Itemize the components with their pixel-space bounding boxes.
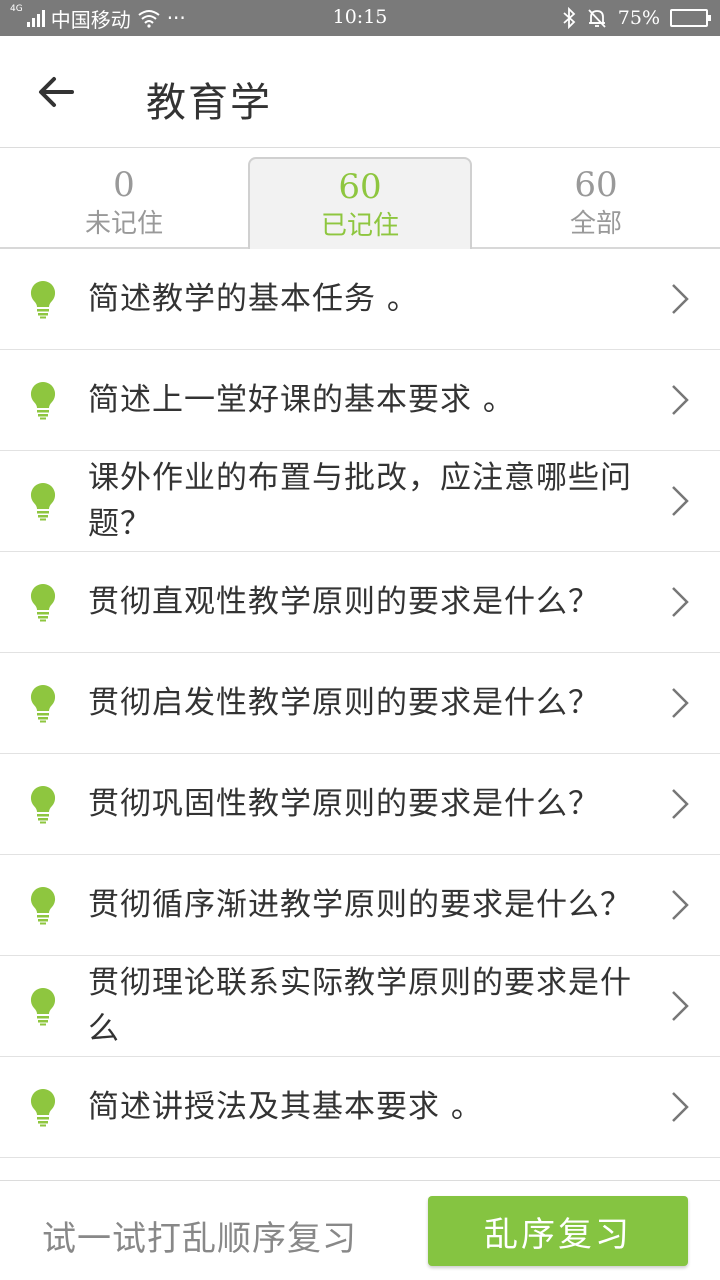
- question-text: 贯彻循序渐进教学原则的要求是什么？: [88, 887, 632, 923]
- question-text: 简述教学的基本任务 。: [88, 281, 419, 317]
- shuffle-hint: 试一试打乱顺序复习: [42, 1219, 357, 1259]
- question-text: 简述讲授法及其基本要求 。: [88, 1089, 483, 1125]
- question-text: 课外作业的布置与批改，应注意哪些问题？: [88, 460, 632, 542]
- lightbulb-icon: [30, 987, 56, 1026]
- tab-count: 0: [113, 165, 135, 205]
- chevron-right-icon: [672, 486, 689, 516]
- mute-bell-icon: [588, 9, 606, 28]
- list-item[interactable]: 贯彻启发性教学原则的要求是什么？: [0, 653, 720, 754]
- tab-label: 已记住: [320, 211, 399, 241]
- question-text: 贯彻理论联系实际教学原则的要求是什么: [88, 965, 632, 1047]
- chevron-right-icon: [672, 789, 689, 819]
- lightbulb-icon: [30, 1088, 56, 1127]
- chevron-right-icon: [672, 385, 689, 415]
- lightbulb-icon: [30, 886, 56, 925]
- tab-label: 全部: [569, 209, 622, 239]
- question-text: 贯彻巩固性教学原则的要求是什么？: [88, 786, 600, 822]
- list-item[interactable]: 课外作业的布置与批改，应注意哪些问题？: [0, 451, 720, 552]
- tab-not-remembered[interactable]: 0 未记住: [12, 157, 236, 249]
- tab-all[interactable]: 60 全部: [484, 157, 708, 249]
- tab-remembered[interactable]: 60 已记住: [248, 157, 472, 249]
- question-text: 贯彻启发性教学原则的要求是什么？: [88, 685, 600, 721]
- battery-percent: 75%: [617, 7, 660, 29]
- chevron-right-icon: [672, 284, 689, 314]
- battery-icon: [670, 9, 711, 27]
- bluetooth-icon: [563, 7, 576, 29]
- status-right: 75%: [562, 5, 711, 31]
- question-text: 简述上一堂好课的基本要求 。: [88, 382, 515, 418]
- lightbulb-icon: [30, 381, 56, 420]
- list-item[interactable]: 简述讲授法及其基本要求 。: [0, 1057, 720, 1158]
- lightbulb-icon: [30, 280, 56, 319]
- chevron-right-icon: [672, 688, 689, 718]
- list-item[interactable]: 贯彻巩固性教学原则的要求是什么？: [0, 754, 720, 855]
- chevron-right-icon: [672, 890, 689, 920]
- tab-bar: 0 未记住 60 已记住 60 全部: [0, 149, 720, 249]
- chevron-right-icon: [672, 1092, 689, 1122]
- list-item[interactable]: 简述教学的基本任务 。: [0, 249, 720, 350]
- chevron-right-icon: [672, 991, 689, 1021]
- arrow-left-icon: [39, 77, 74, 107]
- chevron-right-icon: [672, 587, 689, 617]
- page-title: 教育学: [146, 80, 272, 126]
- status-bar: 4G 中国移动 ··· 10:15 75%: [0, 0, 720, 36]
- bottom-bar: 试一试打乱顺序复习 乱序复习: [0, 1180, 720, 1280]
- question-list: 简述教学的基本任务 。 简述上一堂好课的基本要求 。 课外作业的布置与批改，应注…: [0, 249, 720, 1158]
- lightbulb-icon: [30, 684, 56, 723]
- list-item[interactable]: 贯彻理论联系实际教学原则的要求是什么: [0, 956, 720, 1057]
- lightbulb-icon: [30, 583, 56, 622]
- shuffle-review-button[interactable]: 乱序复习: [428, 1196, 688, 1266]
- back-button[interactable]: [30, 66, 82, 118]
- tab-label: 未记住: [84, 209, 163, 239]
- tab-count: 60: [574, 165, 618, 205]
- list-item[interactable]: 贯彻直观性教学原则的要求是什么？: [0, 552, 720, 653]
- tab-count: 60: [338, 167, 382, 207]
- lightbulb-icon: [30, 785, 56, 824]
- question-text: 贯彻直观性教学原则的要求是什么？: [88, 584, 600, 620]
- app-header: 教育学: [0, 36, 720, 148]
- list-item[interactable]: 简述上一堂好课的基本要求 。: [0, 350, 720, 451]
- lightbulb-icon: [30, 482, 56, 521]
- list-item[interactable]: 贯彻循序渐进教学原则的要求是什么？: [0, 855, 720, 956]
